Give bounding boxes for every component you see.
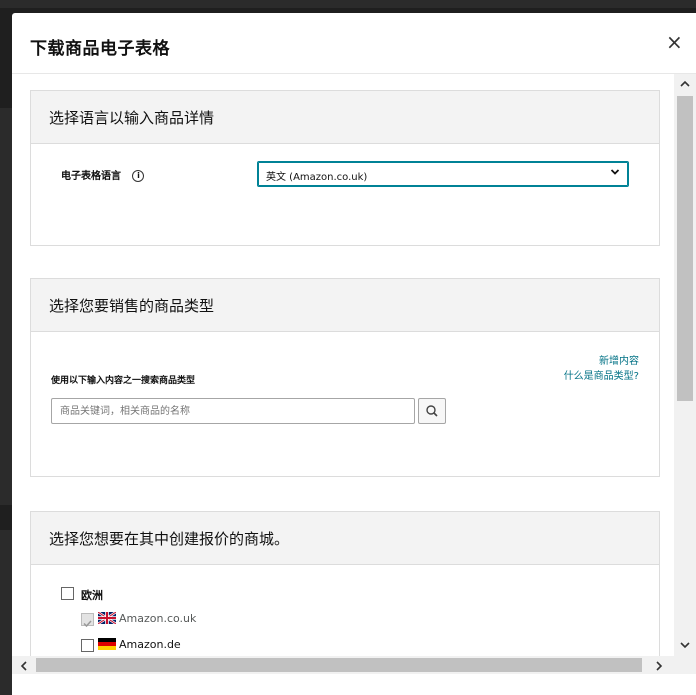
vertical-scroll-thumb[interactable] (677, 96, 693, 401)
section-title: 选择您要销售的商品类型 (49, 297, 215, 315)
de-flag-icon (98, 638, 116, 650)
section-title: 选择您想要在其中创建报价的商城。 (49, 530, 290, 548)
search-label: 使用以下输入内容之一搜索商品类型 (51, 376, 196, 386)
marketplace-section: 选择您想要在其中创建报价的商城。 欧洲 Amazon.co.uk Amazon.… (30, 511, 660, 656)
marketplace-label: Amazon.co.uk (119, 612, 197, 625)
product-type-search-field[interactable] (51, 398, 415, 424)
section-header: 选择语言以输入商品详情 (31, 91, 659, 144)
marketplace-label: Amazon.de (119, 638, 181, 651)
scroll-right-arrow-icon[interactable] (654, 660, 664, 672)
close-icon[interactable]: × (666, 32, 683, 52)
horizontal-scrollbar[interactable] (12, 656, 674, 674)
section-title: 选择语言以输入商品详情 (49, 109, 215, 127)
region-label: 欧洲 (81, 589, 103, 602)
scroll-up-arrow-icon[interactable] (679, 79, 691, 89)
horizontal-scroll-thumb[interactable] (36, 658, 642, 672)
modal-body: 选择语言以输入商品详情 电子表格语言 i 英文 (Amazon.co.uk) 选… (12, 74, 674, 656)
spreadsheet-language-label: 电子表格语言 i (61, 167, 145, 182)
checkmark-icon (83, 620, 92, 628)
scroll-down-arrow-icon[interactable] (679, 640, 691, 650)
section-header: 选择您要销售的商品类型 (31, 279, 659, 332)
modal-header: 下载商品电子表格 × (12, 13, 696, 74)
search-icon (426, 405, 438, 417)
search-input[interactable] (58, 399, 412, 424)
section-header: 选择您想要在其中创建报价的商城。 (31, 512, 659, 565)
field-label: 电子表格语言 (61, 171, 121, 182)
download-spreadsheet-modal: 下载商品电子表格 × 选择语言以输入商品详情 电子表格语言 i 英文 (Amaz… (12, 13, 696, 695)
scroll-left-arrow-icon[interactable] (19, 660, 29, 672)
language-section: 选择语言以输入商品详情 电子表格语言 i 英文 (Amazon.co.uk) (30, 90, 660, 246)
info-icon[interactable]: i (132, 170, 145, 182)
uk-flag-icon (98, 612, 116, 624)
marketplace-uk-checkbox[interactable] (81, 613, 94, 628)
marketplace-de-checkbox[interactable] (81, 639, 94, 652)
modal-title: 下载商品电子表格 (30, 39, 170, 59)
chevron-down-icon (610, 169, 620, 175)
vertical-scrollbar[interactable] (674, 74, 696, 656)
search-button[interactable] (418, 398, 446, 424)
spreadsheet-language-select[interactable]: 英文 (Amazon.co.uk) (257, 161, 629, 187)
europe-checkbox[interactable] (61, 587, 74, 600)
select-value: 英文 (Amazon.co.uk) (266, 172, 368, 183)
what-is-product-type-link[interactable]: 什么是商品类型? (564, 367, 639, 382)
product-type-section: 选择您要销售的商品类型 新增内容 什么是商品类型? 使用以下输入内容之一搜索商品… (30, 278, 660, 477)
scrollbar-corner (674, 656, 696, 674)
new-content-link[interactable]: 新增内容 (599, 352, 639, 367)
